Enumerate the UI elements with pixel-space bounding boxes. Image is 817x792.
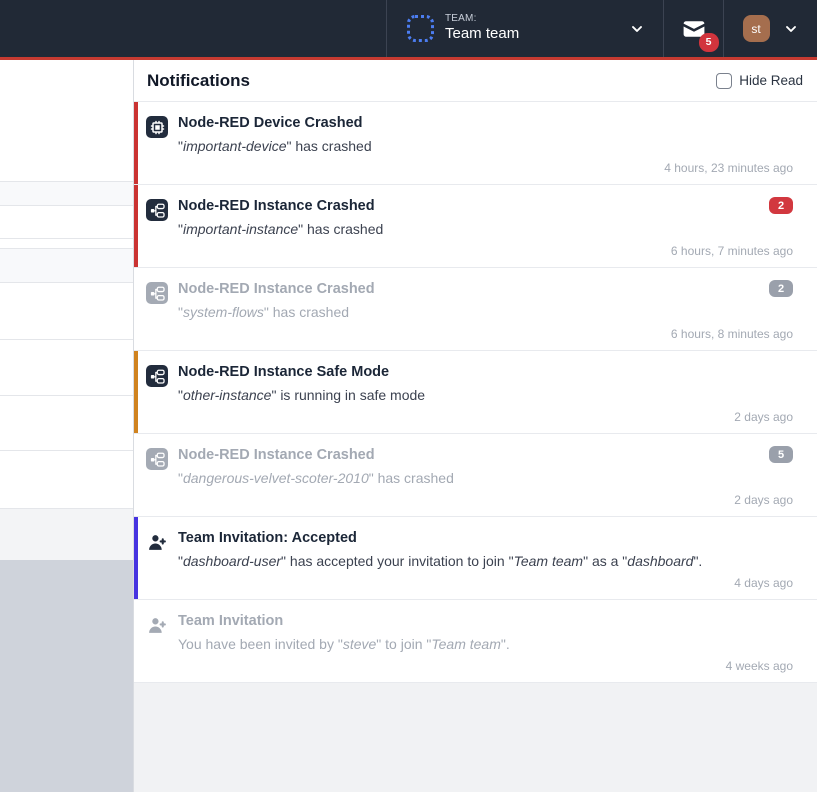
team-name: Team team [445,25,618,44]
notification-count-badge: 2 [769,197,793,214]
notification-item[interactable]: Node-RED Instance Crashed "dangerous-vel… [134,434,817,517]
notification-timestamp: 2 days ago [734,493,793,507]
notification-accent-bar [134,517,138,599]
navbar-spacer [0,0,386,57]
notification-title: Node-RED Instance Crashed [178,445,793,467]
chevron-down-icon [783,21,799,37]
notification-count-badge: 5 [769,446,793,463]
instance-flow-icon [146,199,168,221]
user-add-icon [146,531,168,553]
notification-title: Node-RED Instance Safe Mode [178,362,793,384]
instance-flow-icon [146,448,168,470]
notification-title: Node-RED Instance Crashed [178,196,793,218]
notification-body: You have been invited by "steve" to join… [178,635,793,655]
mail-icon: 5 [678,16,710,42]
notification-count-badge: 2 [769,280,793,297]
notification-body: "important-instance" has crashed [178,220,793,240]
notification-item[interactable]: Node-RED Device Crashed "important-devic… [134,102,817,185]
team-label: TEAM: [445,13,618,26]
main-area: Notifications Hide Read Node-RED Device … [0,60,817,792]
screen: TEAM: Team team 5 st [0,0,817,792]
panel-title: Notifications [147,71,250,91]
notifications-bell-button[interactable]: 5 [663,0,723,57]
notification-item[interactable]: Node-RED Instance Crashed "important-ins… [134,185,817,268]
user-add-icon [146,614,168,636]
notification-item[interactable]: Node-RED Instance Safe Mode "other-insta… [134,351,817,434]
notification-timestamp: 6 hours, 7 minutes ago [671,244,793,258]
user-menu[interactable]: st [723,0,817,57]
notification-timestamp: 4 weeks ago [726,659,793,673]
notification-body: "dashboard-user" has accepted your invit… [178,552,793,572]
notification-title: Node-RED Instance Crashed [178,279,793,301]
notification-accent-bar [134,102,138,184]
hide-read-label: Hide Read [739,73,803,88]
notification-list: Node-RED Device Crashed "important-devic… [134,101,817,683]
notification-body: "system-flows" has crashed [178,303,793,323]
notifications-panel: Notifications Hide Read Node-RED Device … [133,60,817,792]
notification-accent-bar [134,185,138,267]
unread-count-badge: 5 [699,33,719,52]
notification-body: "dangerous-velvet-scoter-2010" has crash… [178,469,793,489]
team-icon [407,15,434,42]
notification-title: Team Invitation [178,611,793,633]
notifications-panel-header: Notifications Hide Read [134,60,817,101]
notification-timestamp: 4 hours, 23 minutes ago [664,161,793,175]
device-chip-icon [146,116,168,138]
notification-timestamp: 6 hours, 8 minutes ago [671,327,793,341]
notification-title: Node-RED Device Crashed [178,113,793,135]
notification-timestamp: 2 days ago [734,410,793,424]
hide-read-toggle[interactable]: Hide Read [716,73,803,89]
notification-body: "important-device" has crashed [178,137,793,157]
instance-flow-icon [146,365,168,387]
notification-timestamp: 4 days ago [734,576,793,590]
navbar-accent-line [0,57,817,60]
notification-accent-bar [134,351,138,433]
avatar: st [743,15,770,42]
team-switcher[interactable]: TEAM: Team team [386,0,663,57]
notification-title: Team Invitation: Accepted [178,528,793,550]
top-navbar: TEAM: Team team 5 st [0,0,817,57]
hide-read-checkbox[interactable] [716,73,732,89]
notification-item[interactable]: Team Invitation: Accepted "dashboard-use… [134,517,817,600]
instance-flow-icon [146,282,168,304]
notification-body: "other-instance" is running in safe mode [178,386,793,406]
notification-item[interactable]: Team Invitation You have been invited by… [134,600,817,683]
chevron-down-icon [629,21,645,37]
team-switcher-text: TEAM: Team team [445,13,618,44]
notification-item[interactable]: Node-RED Instance Crashed "system-flows"… [134,268,817,351]
